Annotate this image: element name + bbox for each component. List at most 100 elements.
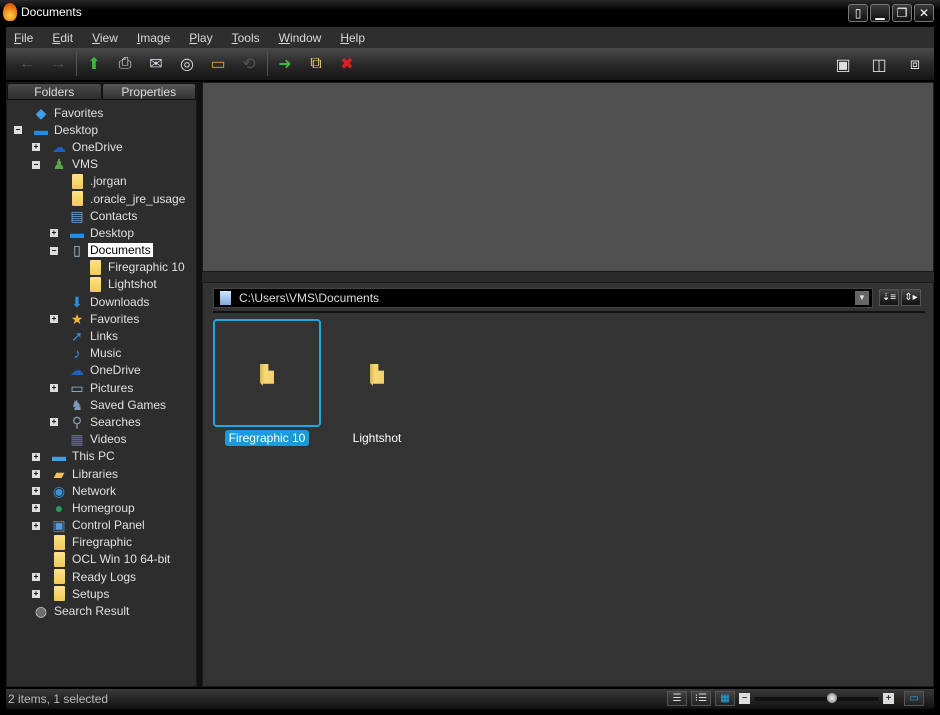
burn-disc-button[interactable]: ◎ [174, 52, 200, 76]
tree-item-label: Firegraphic [72, 535, 133, 550]
tab-properties[interactable]: Properties [101, 83, 196, 100]
expand-icon[interactable]: + [50, 229, 58, 238]
path-bar[interactable]: C:\Users\VMS\Documents ▼ [213, 288, 873, 308]
delete-button[interactable]: ✖ [334, 52, 360, 76]
menu-image[interactable]: Image [137, 31, 170, 45]
tree-item[interactable]: ☁ OneDrive [7, 362, 196, 379]
horizontal-splitter[interactable] [202, 272, 934, 282]
expand-icon[interactable]: + [32, 469, 40, 478]
status-bar: 2 items, 1 selected ☰ ⁝☰ ▦ − + ▭ [6, 689, 934, 709]
back-button[interactable]: ← [14, 52, 40, 76]
tree-item[interactable]: OCL Win 10 64-bit [7, 551, 196, 568]
tree-item[interactable]: Firegraphic 10 [7, 259, 196, 276]
folder-thumbnail[interactable]: Lightshot [323, 319, 431, 446]
folders-pane: Folders Properties ◆ Favorites − ▬ Desktop + ☁… [6, 82, 197, 687]
tree-item[interactable]: + ▰ Libraries [7, 465, 196, 482]
print-button[interactable]: ⎙ [112, 52, 138, 76]
tree-item[interactable]: − ▬ Desktop [7, 121, 196, 138]
expand-icon[interactable]: + [50, 315, 58, 324]
menu-file[interactable]: File [14, 31, 33, 45]
expand-icon[interactable]: + [32, 590, 40, 599]
menu-play[interactable]: Play [189, 31, 212, 45]
path-input[interactable]: C:\Users\VMS\Documents [239, 291, 855, 305]
tree-item[interactable]: + ● Homegroup [7, 499, 196, 516]
tree-item[interactable]: ♪ Music [7, 345, 196, 362]
tree-item[interactable]: Firegraphic [7, 534, 196, 551]
tree-item[interactable]: ◆ Favorites [7, 104, 196, 121]
tree-item[interactable]: ◍ Search Result [7, 602, 196, 619]
tree-item[interactable]: + ▭ Pictures [7, 379, 196, 396]
expand-icon[interactable]: + [32, 487, 40, 496]
move-to-folder-button[interactable]: ➜ [272, 52, 298, 76]
menu-window[interactable]: Window [279, 31, 322, 45]
expand-icon[interactable]: + [32, 452, 40, 461]
panel-layout-icon: ◫ [871, 57, 887, 74]
tree-item-label: VMS [72, 157, 99, 172]
expand-icon[interactable]: + [32, 573, 40, 582]
expand-icon[interactable]: + [50, 418, 58, 427]
sort-button[interactable]: ⇣≡ [879, 289, 899, 306]
thumbnail-size-slider[interactable] [754, 692, 879, 703]
expand-icon[interactable]: + [50, 384, 58, 392]
expand-icon[interactable]: + [32, 521, 40, 530]
expand-icon[interactable]: + [32, 504, 40, 513]
minimize-button[interactable]: ▁ [870, 4, 890, 22]
folder-thumbnail[interactable]: Firegraphic 10 [213, 319, 321, 446]
tree-item[interactable]: ▤ Contacts [7, 207, 196, 224]
tree-item[interactable]: + ☁ OneDrive [7, 138, 196, 155]
menu-edit[interactable]: Edit [52, 31, 73, 45]
tree-item[interactable]: − ▯ Documents [7, 242, 196, 259]
filter-button[interactable]: ⇕▸ [901, 289, 921, 306]
zoom-out-button[interactable]: − [739, 693, 750, 704]
menu-help[interactable]: Help [340, 31, 365, 45]
tree-item[interactable]: + ▬ Desktop [7, 224, 196, 241]
tree-item[interactable]: + ▣ Control Panel [7, 517, 196, 534]
preview-toggle-button[interactable]: ▣ [832, 53, 854, 77]
collapse-icon[interactable]: − [50, 246, 58, 255]
collapse-icon[interactable]: − [14, 126, 22, 135]
close-button[interactable]: ✕ [914, 4, 934, 22]
convert-button[interactable]: ⟲ [236, 52, 262, 76]
expand-icon[interactable]: + [32, 143, 40, 152]
compact-mode-button[interactable]: ▯ [848, 4, 868, 22]
tree-item[interactable]: ▦ Videos [7, 431, 196, 448]
email-button[interactable]: ✉ [143, 52, 169, 76]
tree-item[interactable]: ♞ Saved Games [7, 396, 196, 413]
tree-item[interactable]: Lightshot [7, 276, 196, 293]
screen-button[interactable]: ▭ [904, 691, 924, 706]
view-list-button[interactable]: ⁝☰ [691, 691, 711, 706]
tree-item[interactable]: − ♟ VMS [7, 156, 196, 173]
tab-folders[interactable]: Folders [7, 83, 102, 100]
menu-view[interactable]: View [92, 31, 118, 45]
fullscreen-icon: ⧈ [909, 56, 921, 73]
panel-layout-button[interactable]: ◫ [868, 53, 890, 77]
restore-button[interactable]: ❐ [892, 4, 912, 22]
thumbnail-label: Firegraphic 10 [224, 430, 310, 446]
up-folder-button[interactable]: ⬆ [81, 52, 107, 76]
tree-item[interactable]: + ★ Favorites [7, 310, 196, 327]
tree-item[interactable]: + Ready Logs [7, 568, 196, 585]
tree-item[interactable]: .jorgan [7, 173, 196, 190]
menu-tools[interactable]: Tools [232, 31, 260, 45]
tree-item-label: Downloads [90, 294, 150, 309]
copy-to-folder-button[interactable]: ⧉ [303, 52, 329, 76]
tree-item[interactable]: .oracle_jre_usage [7, 190, 196, 207]
minimize-icon: ▁ [875, 6, 885, 20]
slideshow-button[interactable]: ▭ [205, 52, 231, 76]
search-result-icon: ◍ [34, 603, 48, 620]
slider-handle[interactable] [826, 692, 837, 703]
tree-item[interactable]: ➚ Links [7, 327, 196, 344]
forward-button[interactable]: → [45, 52, 71, 76]
zoom-in-button[interactable]: + [883, 693, 894, 704]
view-details-button[interactable]: ☰ [667, 691, 687, 706]
tree-item[interactable]: + Setups [7, 585, 196, 602]
collapse-icon[interactable]: − [32, 160, 40, 169]
view-thumbnails-button[interactable]: ▦ [715, 691, 735, 706]
tree-item[interactable]: ⬇ Downloads [7, 293, 196, 310]
tree-item[interactable]: + ⚲ Searches [7, 413, 196, 430]
tree-item[interactable]: + ▬ This PC [7, 448, 196, 465]
tree-item-label: OCL Win 10 64-bit [72, 552, 171, 567]
path-dropdown-button[interactable]: ▼ [855, 291, 869, 305]
tree-item[interactable]: + ◉ Network [7, 482, 196, 499]
fullscreen-button[interactable]: ⧈ [904, 53, 926, 77]
